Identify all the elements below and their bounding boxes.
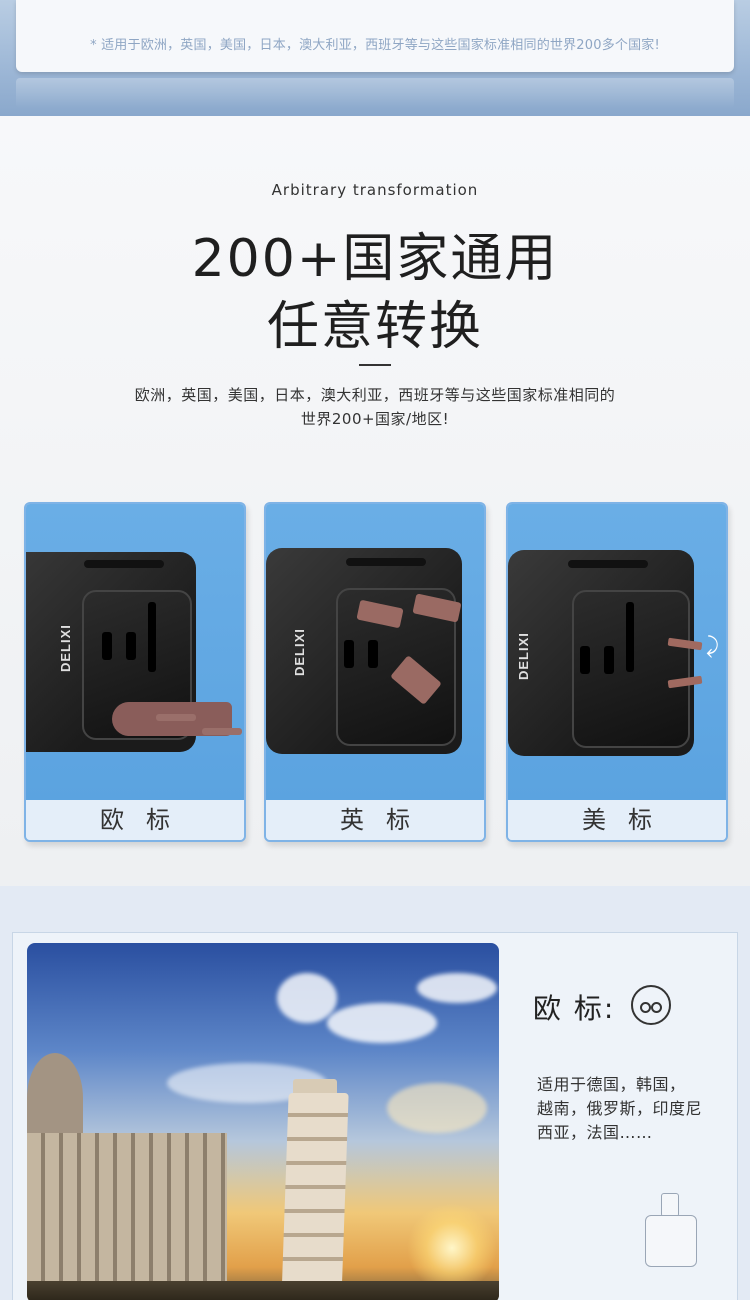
socket-slot: [626, 602, 634, 672]
adapter-body: DELIXI: [508, 550, 694, 756]
brand-logo: DELIXI: [292, 628, 307, 676]
feature-section: 欧 标: 适用于德国，韩国， 越南，俄罗斯，印度尼 西亚，法国……: [0, 886, 750, 1300]
plug-card-eu[interactable]: DELIXI 欧标: [24, 502, 246, 842]
adapter-slider: [84, 560, 164, 568]
top-glow-bar: [16, 78, 734, 108]
divider: [359, 364, 391, 366]
adapter-outline-plug: [661, 1193, 679, 1217]
subtitle-english: Arbitrary transformation: [271, 181, 479, 199]
ground: [27, 1281, 499, 1300]
top-note-text: * 适用于欧洲，英国，美国，日本，澳大利亚，西班牙等与这些国家标准相同的世界20…: [90, 38, 660, 53]
adapter-slider: [568, 560, 648, 568]
pisa-scene-image: [27, 943, 499, 1300]
socket-slot: [368, 640, 378, 668]
sun-glow: [407, 1203, 497, 1293]
top-banner: * 适用于欧洲，英国，美国，日本，澳大利亚，西班牙等与这些国家标准相同的世界20…: [0, 0, 750, 116]
plug-card-us[interactable]: DELIXI ⤸ 美标: [506, 502, 728, 842]
socket-slot: [102, 632, 112, 660]
uk-adapter-photo: DELIXI: [266, 504, 484, 800]
eu-pin: [156, 714, 196, 721]
socket-slot: [580, 646, 590, 674]
description-line-1: 欧洲，英国，美国，日本，澳大利亚，西班牙等与这些国家标准相同的: [134, 386, 616, 404]
plug-card-uk[interactable]: DELIXI 英标: [264, 502, 486, 842]
us-adapter-photo: DELIXI ⤸: [508, 504, 726, 800]
socket-slot: [604, 646, 614, 674]
top-note-card: * 适用于欧洲，英国，美国，日本，澳大利亚，西班牙等与这些国家标准相同的世界20…: [16, 0, 734, 72]
socket-slot: [126, 632, 136, 660]
cathedral: [27, 1133, 227, 1300]
cloud: [327, 1003, 437, 1043]
brand-logo: DELIXI: [516, 632, 531, 680]
headline-line-1: 200+国家通用: [191, 229, 559, 289]
cloud: [277, 973, 337, 1023]
socket-slot: [148, 602, 156, 672]
plug-card-label: 欧标: [26, 800, 244, 840]
countries-line-3: 西亚，法国……: [537, 1123, 653, 1142]
cloud: [417, 973, 497, 1003]
eu-adapter-photo: DELIXI: [26, 504, 244, 800]
brand-logo: DELIXI: [58, 624, 73, 672]
feature-frame: 欧 标: 适用于德国，韩国， 越南，俄罗斯，印度尼 西亚，法国……: [12, 932, 738, 1300]
rotate-arrows-icon: ⤸: [706, 634, 720, 659]
standard-title: 欧 标:: [533, 992, 616, 1025]
eu-socket-icon: [631, 985, 671, 1025]
adapter-slider: [346, 558, 426, 566]
plug-card-label: 美标: [508, 800, 726, 840]
adapter-body: DELIXI: [266, 548, 462, 754]
description-line-2: 世界200+国家/地区!: [300, 410, 450, 428]
eu-pin: [202, 728, 242, 735]
socket-slot: [344, 640, 354, 668]
adapter-outline-body: [645, 1215, 697, 1267]
cathedral-dome: [27, 1053, 83, 1143]
adapter-face: [572, 590, 690, 748]
countries-line-2: 越南，俄罗斯，印度尼: [537, 1099, 703, 1118]
adapter-outline-icon: [641, 1193, 701, 1267]
headline-section: Arbitrary transformation 200+国家通用 任意转换 欧…: [0, 116, 750, 886]
headline-line-2: 任意转换: [266, 297, 483, 357]
countries-line-1: 适用于德国，韩国，: [537, 1075, 686, 1094]
leaning-tower: [281, 1093, 349, 1300]
cloud: [387, 1083, 487, 1133]
plug-card-label: 英标: [266, 800, 484, 840]
